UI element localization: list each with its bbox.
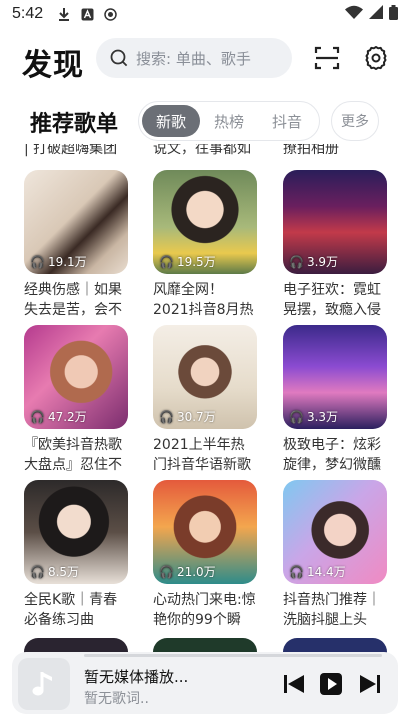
header: 发现 搜索: 单曲、歌手 bbox=[0, 34, 410, 86]
playlist-name: 抖音热门推荐｜洗脑抖腿上头 bbox=[283, 592, 381, 628]
tab-new-songs[interactable]: 新歌 bbox=[142, 105, 200, 137]
battery-icon bbox=[389, 4, 398, 24]
gear-icon bbox=[365, 46, 387, 70]
play-count: 🎧 8.5万 bbox=[30, 564, 80, 580]
playlist-card[interactable]: 🎧 3.3万 极致电子：炫彩旋律，梦幻微醺 bbox=[283, 325, 387, 475]
playlist-cover: 🎧 3.9万 bbox=[283, 170, 387, 274]
playlist-grid: | 打破超嗨集团 说文，往事都如 撩拍相册 🎧 19.1万 经典伤感｜如果失去是苦… bbox=[0, 144, 410, 654]
settings-button[interactable] bbox=[362, 44, 390, 72]
play-count: 🎧 21.0万 bbox=[159, 564, 216, 580]
playlist-name: 极致电子：炫彩旋律，梦幻微醺 bbox=[283, 437, 381, 473]
play-icon bbox=[320, 673, 342, 695]
tab-hot-chart[interactable]: 热榜 bbox=[200, 105, 258, 137]
playlist-cover: 🎧 19.1万 bbox=[24, 170, 128, 274]
play-count: 🎧 47.2万 bbox=[30, 409, 87, 425]
search-input[interactable]: 搜索: 单曲、歌手 bbox=[96, 38, 292, 78]
status-bar: 5:42 bbox=[0, 0, 410, 28]
playlist-name: 经典伤感｜如果失去是苦，会不 bbox=[24, 282, 122, 318]
tab-group: 新歌 热榜 抖音 bbox=[138, 101, 320, 141]
skip-previous-icon bbox=[284, 675, 304, 693]
headphones-icon: 🎧 bbox=[289, 409, 304, 424]
status-time: 5:42 bbox=[12, 5, 44, 22]
playlist-cover: 🎧 14.4万 bbox=[283, 480, 387, 584]
playlist-card[interactable]: 🎧19.5万 风靡全网！2021抖音8月热歌盘点 bbox=[153, 170, 257, 320]
record-icon bbox=[104, 7, 117, 21]
playlist-name: 风靡全网！2021抖音8月热歌盘点 bbox=[153, 282, 254, 318]
album-art-placeholder bbox=[18, 658, 70, 710]
headphones-icon: 🎧 bbox=[30, 409, 45, 424]
more-button[interactable]: 更多 bbox=[331, 101, 379, 141]
play-count: 🎧 3.9万 bbox=[289, 254, 339, 270]
headphones-icon: 🎧 bbox=[289, 564, 304, 579]
play-count: 🎧 14.4万 bbox=[289, 564, 346, 580]
playlist-card[interactable]: 🎧 21.0万 心动热门来电:惊艳你的99个瞬 bbox=[153, 480, 257, 630]
playlist-name: 电子狂欢：霓虹晃摆，致瘾入侵 bbox=[283, 282, 381, 318]
section-header: 推荐歌单 新歌 热榜 抖音 更多 bbox=[0, 98, 410, 144]
skip-next-icon bbox=[360, 675, 380, 693]
partial-playlist-name: 撩拍相册 bbox=[283, 144, 339, 157]
playlist-cover: 🎧 3.3万 bbox=[283, 325, 387, 429]
player-progress-bar[interactable] bbox=[84, 654, 382, 657]
playlist-cover: 🎧 19.5万 bbox=[153, 170, 257, 274]
scan-button[interactable] bbox=[313, 44, 341, 72]
playlist-cover: 🎧 47.2万 bbox=[24, 325, 128, 429]
player-lyric: 暂无歌词.. bbox=[84, 691, 149, 707]
headphones-icon: 🎧 bbox=[30, 254, 45, 269]
playlist-name: 心动热门来电:惊艳你的99个瞬 bbox=[153, 592, 256, 628]
previous-button[interactable] bbox=[282, 672, 306, 696]
partial-playlist-name: | 打破超嗨集团 bbox=[24, 144, 118, 157]
next-button[interactable] bbox=[358, 672, 382, 696]
playlist-cover: 🎧 21.0万 bbox=[153, 480, 257, 584]
headphones-icon: 🎧 bbox=[159, 254, 174, 269]
partial-playlist-name: 说文，往事都如 bbox=[153, 144, 251, 157]
tab-douyin[interactable]: 抖音 bbox=[258, 105, 316, 137]
playlist-card[interactable]: 🎧 14.4万 抖音热门推荐｜洗脑抖腿上头 bbox=[283, 480, 387, 630]
mini-player[interactable]: 暂无媒体播放... 暂无歌词.. bbox=[12, 652, 398, 714]
playlist-card[interactable]: 🎧 19.1万 经典伤感｜如果失去是苦，会不 bbox=[24, 170, 128, 320]
player-title: 暂无媒体播放... bbox=[84, 668, 189, 686]
headphones-icon: 🎧 bbox=[159, 409, 174, 424]
playlist-card[interactable]: 🎧 8.5万 全民K歌｜青春必备练习曲 bbox=[24, 480, 128, 630]
search-placeholder: 搜索: 单曲、歌手 bbox=[136, 49, 251, 68]
section-title: 推荐歌单 bbox=[30, 112, 119, 137]
playlist-card[interactable]: 🎧 47.2万 『欧美抖音热歌大盘点』忍住不 bbox=[24, 325, 128, 475]
play-count: 🎧 19.5万 bbox=[159, 254, 216, 270]
search-icon bbox=[110, 49, 128, 67]
page-title: 发现 bbox=[22, 48, 84, 83]
headphones-icon: 🎧 bbox=[30, 564, 45, 579]
play-count: 🎧 3.3万 bbox=[289, 409, 339, 425]
a-icon bbox=[81, 8, 94, 21]
play-count: 🎧 30.7万 bbox=[159, 409, 216, 425]
wifi-icon bbox=[345, 5, 363, 23]
playlist-cover: 🎧 8.5万 bbox=[24, 480, 128, 584]
playlist-card[interactable]: 🎧 3.9万 电子狂欢：霓虹晃摆，致瘾入侵 bbox=[283, 170, 387, 320]
headphones-icon: 🎧 bbox=[159, 564, 174, 579]
playlist-name: 『欧美抖音热歌大盘点』忍住不 bbox=[24, 437, 122, 473]
play-count: 🎧 19.1万 bbox=[30, 254, 87, 270]
play-button[interactable] bbox=[319, 672, 343, 696]
scan-icon bbox=[314, 46, 340, 70]
music-note-icon bbox=[32, 672, 52, 696]
playlist-name: 全民K歌｜青春必备练习曲 bbox=[24, 592, 118, 628]
download-icon bbox=[57, 7, 71, 21]
headphones-icon: 🎧 bbox=[289, 254, 304, 269]
playlist-name: 2021上半年热门抖音华语新歌锦 bbox=[153, 437, 251, 473]
playlist-card[interactable]: 🎧30.7万 2021上半年热门抖音华语新歌锦 bbox=[153, 325, 257, 475]
signal-icon bbox=[369, 5, 383, 23]
playlist-cover: 🎧 30.7万 bbox=[153, 325, 257, 429]
